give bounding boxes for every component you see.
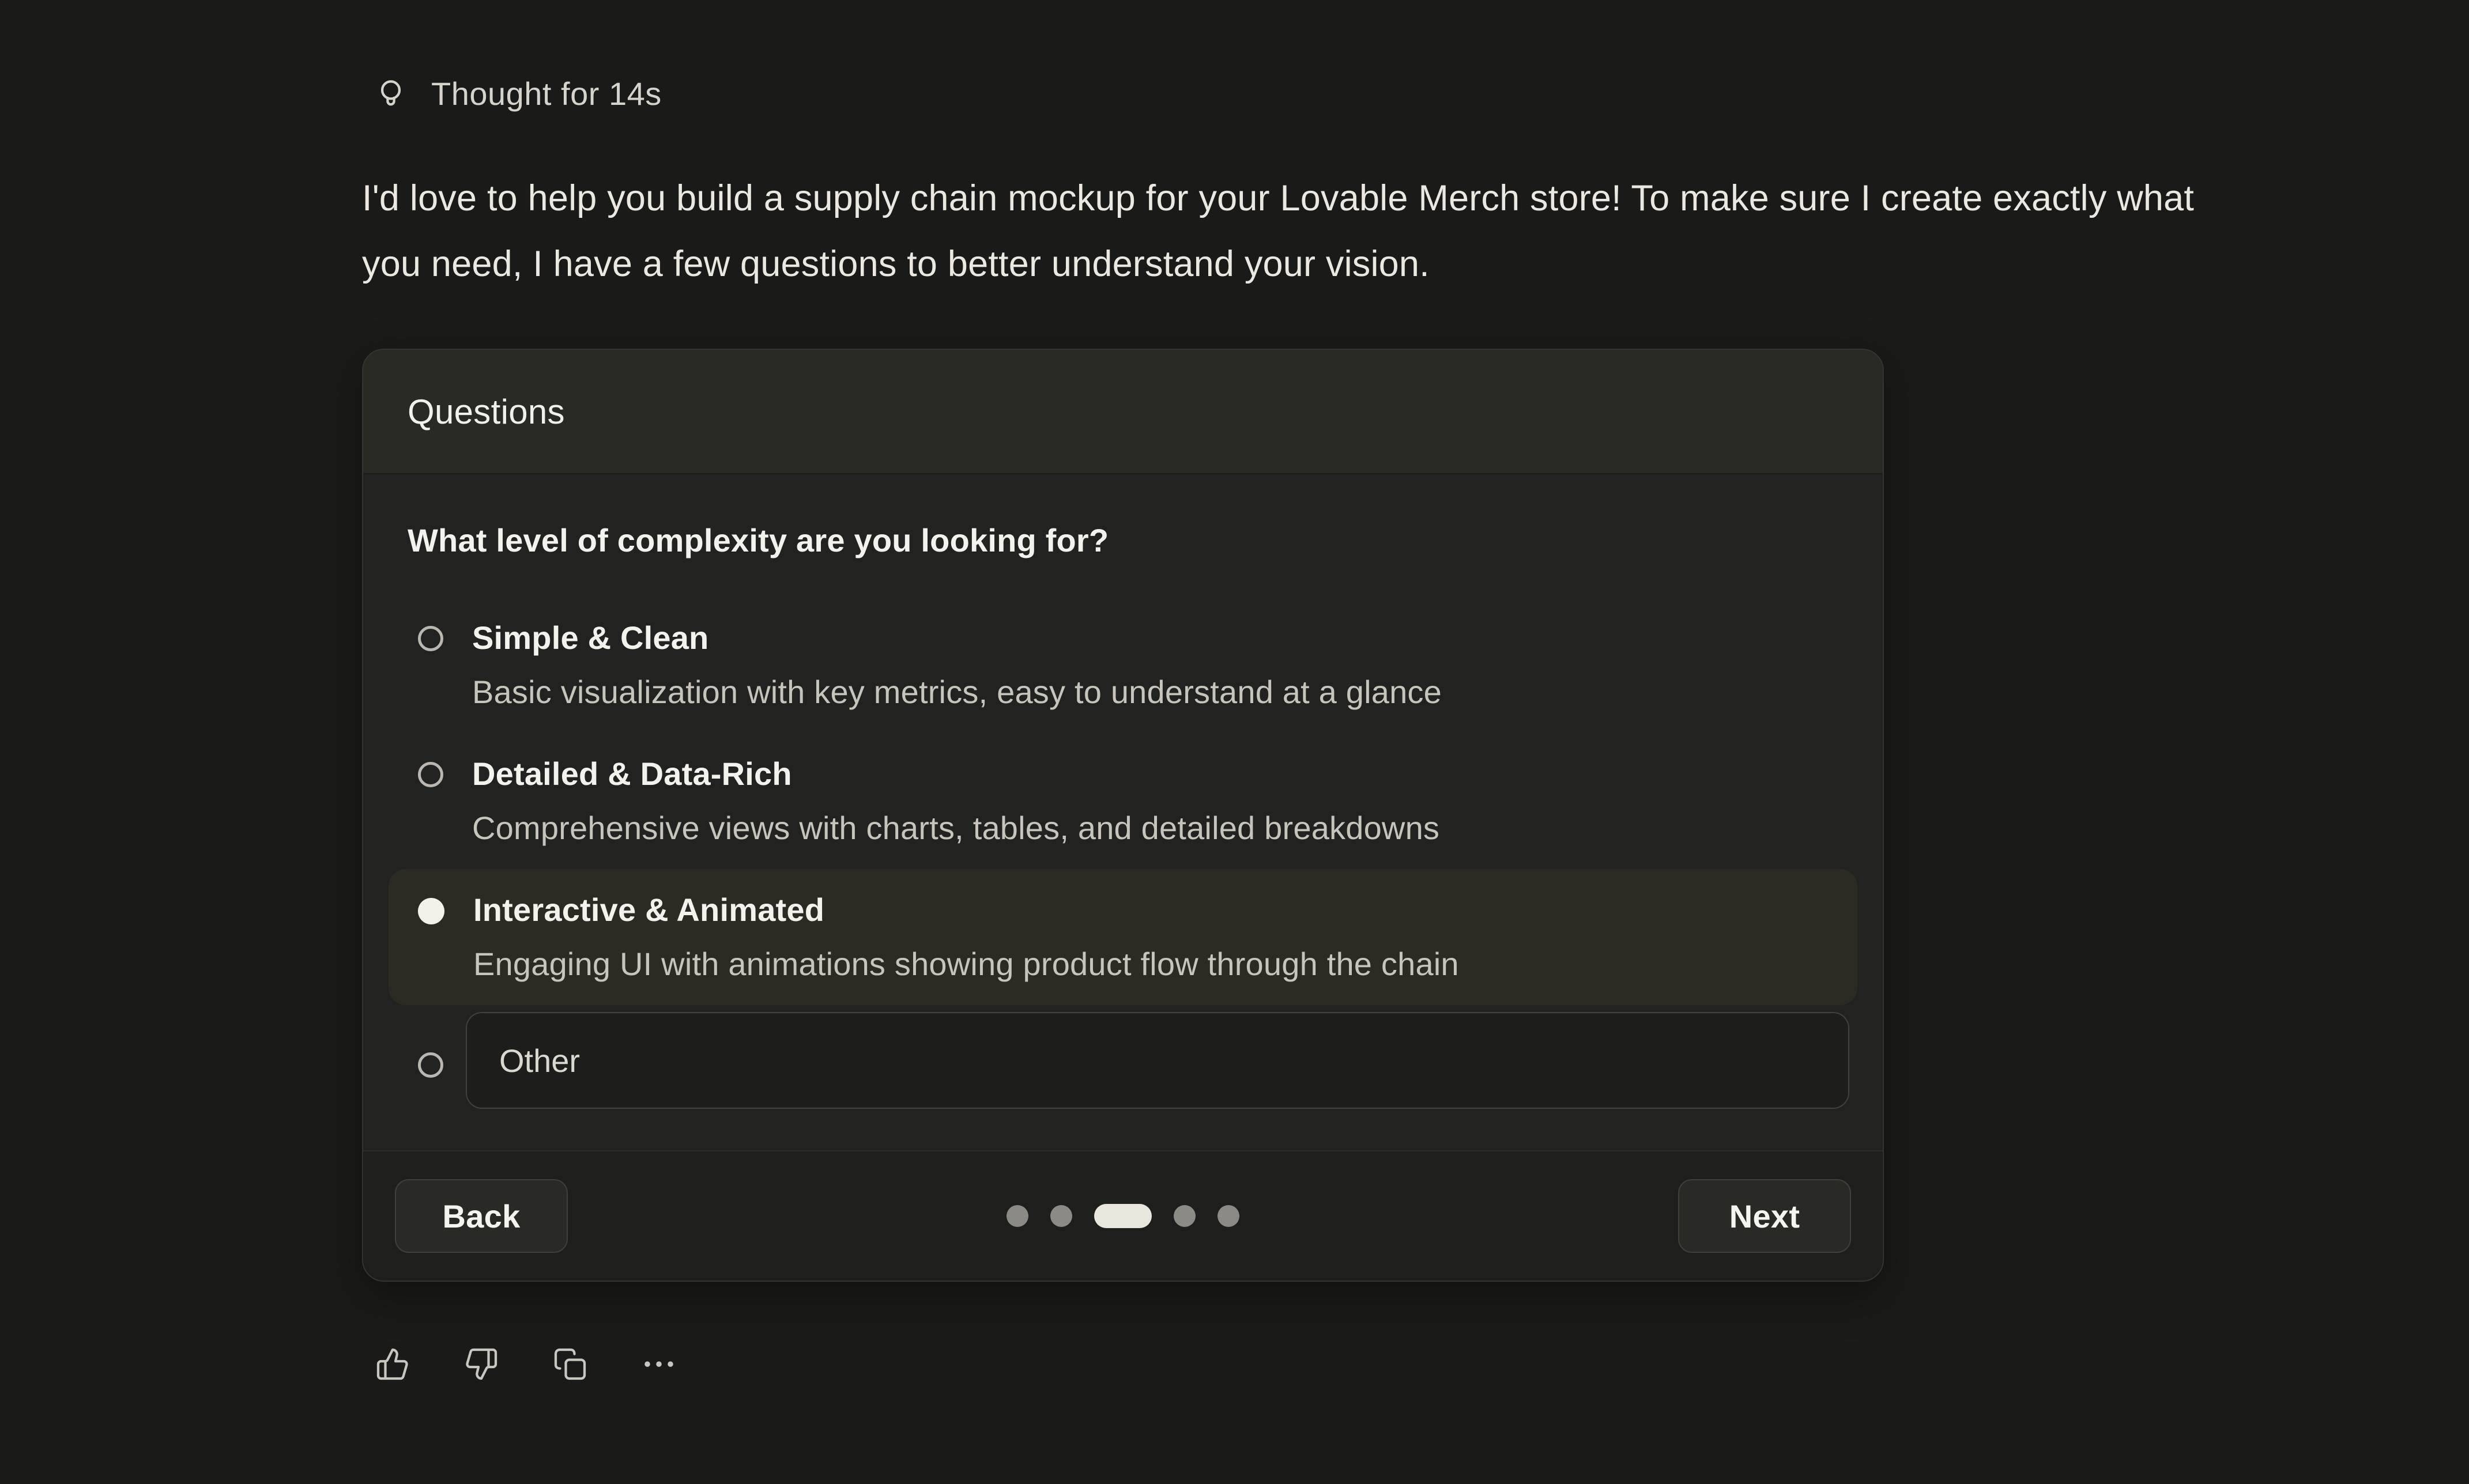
more-options-button[interactable] [641, 1346, 677, 1382]
radio-icon[interactable] [418, 762, 443, 787]
option-other[interactable] [389, 1012, 1857, 1109]
copy-button[interactable] [552, 1346, 588, 1382]
pagination-dot-3-active[interactable] [1094, 1204, 1152, 1228]
thumbs-up-button[interactable] [375, 1346, 410, 1382]
thumbs-down-button[interactable] [463, 1346, 499, 1382]
option-detailed-data-rich[interactable]: Detailed & Data-Rich Comprehensive views… [389, 733, 1857, 869]
assistant-message-block: Thought for 14s I'd love to help you bui… [362, 75, 2253, 1382]
back-button[interactable]: Back [395, 1179, 568, 1253]
option-label: Detailed & Data-Rich [472, 753, 1838, 795]
next-button[interactable]: Next [1678, 1179, 1851, 1253]
questions-card: Questions What level of complexity are y… [362, 349, 1884, 1282]
more-options-icon [642, 1347, 676, 1381]
option-interactive-animated[interactable]: Interactive & Animated Engaging UI with … [389, 869, 1857, 1005]
message-actions [375, 1346, 2253, 1382]
question-text: What level of complexity are you looking… [408, 522, 1838, 559]
thinking-summary[interactable]: Thought for 14s [372, 75, 2253, 112]
thumbs-up-icon [375, 1347, 410, 1381]
questions-card-body: What level of complexity are you looking… [363, 474, 1883, 1150]
pagination-dot-2[interactable] [1050, 1205, 1072, 1227]
pagination-dots [1007, 1204, 1239, 1228]
pagination-dot-5[interactable] [1217, 1205, 1239, 1227]
option-description: Comprehensive views with charts, tables,… [472, 807, 1838, 849]
option-label: Simple & Clean [472, 617, 1838, 659]
thinking-duration-label: Thought for 14s [431, 75, 662, 112]
card-title: Questions [408, 392, 565, 432]
questions-card-footer: Back Next [363, 1150, 1883, 1281]
radio-icon[interactable] [418, 626, 443, 651]
radio-icon-selected[interactable] [418, 898, 444, 924]
thumbs-down-icon [464, 1347, 499, 1381]
other-option-input[interactable] [466, 1012, 1849, 1109]
questions-card-header: Questions [363, 350, 1883, 474]
option-description: Basic visualization with key metrics, ea… [472, 671, 1838, 713]
radio-icon[interactable] [418, 1052, 443, 1078]
option-label: Interactive & Animated [473, 889, 1838, 931]
assistant-message-text: I'd love to help you build a supply chai… [362, 165, 2224, 297]
copy-icon [553, 1347, 587, 1381]
option-simple-clean[interactable]: Simple & Clean Basic visualization with … [389, 597, 1857, 733]
lightbulb-icon [372, 75, 409, 112]
pagination-dot-1[interactable] [1007, 1205, 1028, 1227]
pagination-dot-4[interactable] [1174, 1205, 1196, 1227]
option-description: Engaging UI with animations showing prod… [473, 943, 1838, 985]
